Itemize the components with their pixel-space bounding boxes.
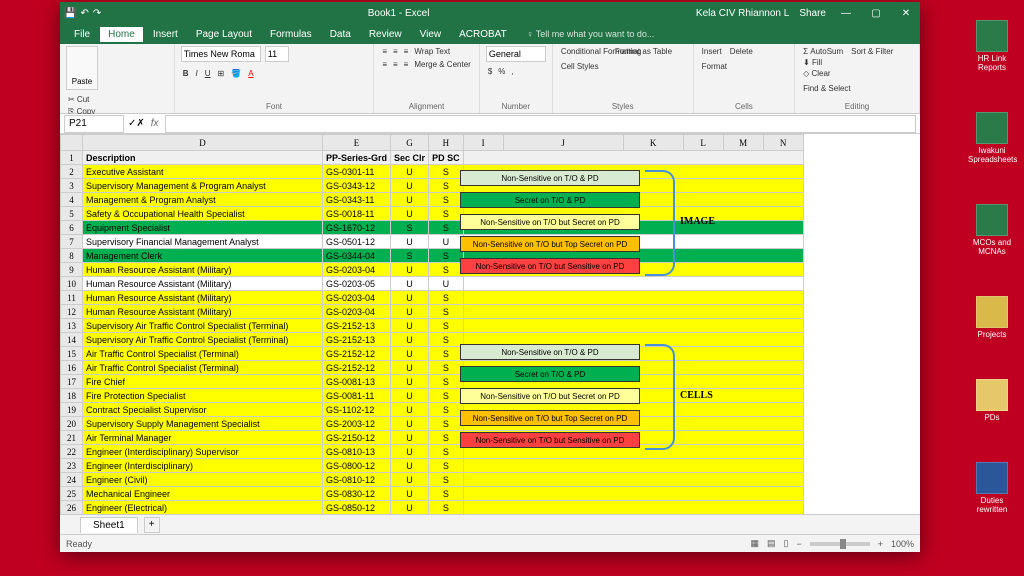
- maximize-button[interactable]: ▢: [866, 8, 886, 19]
- col-header[interactable]: G: [391, 135, 429, 151]
- conditional-formatting-button[interactable]: Conditional Formatting: [559, 46, 609, 57]
- tell-me-input[interactable]: ♀ Tell me what you want to do...: [527, 29, 655, 39]
- formula-bar[interactable]: [165, 115, 916, 133]
- table-row[interactable]: 12Human Resource Assistant (Military)GS-…: [61, 305, 804, 319]
- legend-item: Secret on T/O & PD: [460, 192, 640, 208]
- sort-filter-button[interactable]: Sort & Filter: [849, 46, 879, 57]
- save-icon[interactable]: 💾: [64, 8, 76, 19]
- table-row[interactable]: 26Engineer (Electrical)GS-0850-12US: [61, 501, 804, 515]
- col-header[interactable]: J: [503, 135, 623, 151]
- bold-button[interactable]: B: [181, 68, 191, 79]
- spreadsheet-grid[interactable]: DEGHIJKLMN1DescriptionPP-Series-GrdSec C…: [60, 134, 920, 514]
- menu-bar: File Home Insert Page Layout Formulas Da…: [60, 24, 920, 44]
- table-row[interactable]: 13Supervisory Air Traffic Control Specia…: [61, 319, 804, 333]
- fill-color-button[interactable]: 🪣: [229, 68, 243, 79]
- desktop-icon[interactable]: Iwakuni Spreadsheets: [968, 112, 1016, 164]
- view-layout-icon[interactable]: ▤: [767, 538, 776, 549]
- legend-item: Non-Sensitive on T/O but Sensitive on PD: [460, 258, 640, 274]
- excel-window: 💾 ↶ ↷ Book1 - Excel Kela CIV Rhiannon L Sh…: [60, 2, 920, 552]
- insert-cells-button[interactable]: Insert: [700, 46, 724, 57]
- merge-center-button[interactable]: Merge & Center: [412, 59, 472, 70]
- format-cells-button[interactable]: Format: [700, 61, 729, 72]
- desktop-icon[interactable]: HR Link Reports: [968, 20, 1016, 72]
- redo-icon[interactable]: ↷: [93, 8, 101, 19]
- paste-button[interactable]: Paste: [66, 46, 98, 90]
- table-row[interactable]: 25Mechanical EngineerGS-0830-12US: [61, 487, 804, 501]
- autosum-button[interactable]: Σ AutoSum: [801, 46, 845, 57]
- undo-icon[interactable]: ↶: [80, 8, 88, 19]
- font-color-button[interactable]: A: [246, 68, 255, 79]
- legend-item: Non-Sensitive on T/O but Sensitive on PD: [460, 432, 640, 448]
- legend-item: Non-Sensitive on T/O & PD: [460, 344, 640, 360]
- col-header[interactable]: L: [683, 135, 723, 151]
- desktop-icon[interactable]: Duties rewritten: [968, 462, 1016, 514]
- tab-review[interactable]: Review: [361, 27, 410, 42]
- cut-button[interactable]: ✂ Cut: [66, 94, 132, 105]
- col-header[interactable]: D: [83, 135, 323, 151]
- sheet-tab[interactable]: Sheet1: [80, 517, 138, 533]
- tab-formulas[interactable]: Formulas: [262, 27, 320, 42]
- fill-button[interactable]: ⬇ Fill: [801, 57, 845, 68]
- col-header[interactable]: H: [429, 135, 464, 151]
- new-sheet-button[interactable]: +: [144, 517, 160, 533]
- font-size-input[interactable]: [265, 46, 289, 62]
- view-break-icon[interactable]: ▯: [783, 538, 788, 549]
- name-box[interactable]: [64, 115, 124, 133]
- legend-item: Non-Sensitive on T/O but Secret on PD: [460, 388, 640, 404]
- table-row[interactable]: 11Human Resource Assistant (Military)GS-…: [61, 291, 804, 305]
- col-header[interactable]: M: [723, 135, 763, 151]
- tab-acrobat[interactable]: ACROBAT: [451, 27, 515, 42]
- legend-item: Non-Sensitive on T/O but Secret on PD: [460, 214, 640, 230]
- border-button[interactable]: ⊞: [216, 68, 227, 79]
- underline-button[interactable]: U: [203, 68, 213, 79]
- tab-view[interactable]: View: [412, 27, 450, 42]
- desktop-icon[interactable]: PDs: [968, 379, 1016, 422]
- legend-item: Non-Sensitive on T/O but Top Secret on P…: [460, 236, 640, 252]
- tab-file[interactable]: File: [66, 27, 98, 42]
- legend-item: Non-Sensitive on T/O & PD: [460, 170, 640, 186]
- desktop-icon[interactable]: MCOs and MCNAs: [968, 204, 1016, 256]
- zoom-slider[interactable]: [810, 542, 870, 546]
- tab-data[interactable]: Data: [322, 27, 359, 42]
- tab-pagelayout[interactable]: Page Layout: [188, 27, 260, 42]
- tab-insert[interactable]: Insert: [145, 27, 186, 42]
- table-row[interactable]: 23Engineer (Interdisciplinary)GS-0800-12…: [61, 459, 804, 473]
- legend-item: Secret on T/O & PD: [460, 366, 640, 382]
- number-format-input[interactable]: [486, 46, 546, 62]
- window-title: Book1 - Excel: [368, 8, 430, 19]
- tab-home[interactable]: Home: [100, 27, 143, 42]
- legend-image: Non-Sensitive on T/O & PD Secret on T/O &…: [460, 170, 760, 280]
- title-bar: 💾 ↶ ↷ Book1 - Excel Kela CIV Rhiannon L Sh…: [60, 2, 920, 24]
- status-ready: Ready: [66, 539, 92, 549]
- view-normal-icon[interactable]: ▦: [750, 538, 759, 549]
- delete-cells-button[interactable]: Delete: [728, 46, 755, 57]
- font-name-input[interactable]: [181, 46, 261, 62]
- minimize-button[interactable]: —: [836, 8, 856, 19]
- col-header[interactable]: I: [463, 135, 503, 151]
- table-row[interactable]: 24Engineer (Civil)GS-0810-12US: [61, 473, 804, 487]
- close-button[interactable]: ✕: [896, 8, 916, 19]
- format-as-table-button[interactable]: Format as Table: [613, 46, 653, 57]
- col-header[interactable]: K: [623, 135, 683, 151]
- share-button[interactable]: Share: [799, 8, 826, 19]
- clear-button[interactable]: ◇ Clear: [801, 68, 845, 79]
- find-select-button[interactable]: Find & Select: [801, 83, 831, 94]
- zoom-level: 100%: [891, 539, 914, 549]
- col-header[interactable]: E: [323, 135, 391, 151]
- fx-icon[interactable]: fx: [151, 118, 159, 129]
- col-header[interactable]: N: [763, 135, 803, 151]
- cell-styles-button[interactable]: Cell Styles: [559, 61, 589, 72]
- user-name: Kela CIV Rhiannon L: [696, 8, 789, 19]
- italic-button[interactable]: I: [194, 68, 200, 79]
- legend-item: Non-Sensitive on T/O but Top Secret on P…: [460, 410, 640, 426]
- wrap-text-button[interactable]: Wrap Text: [412, 46, 452, 57]
- ribbon: Paste ✂ Cut ⎘ Copy ✎ Format Painter Clip…: [60, 44, 920, 114]
- desktop-icon[interactable]: Projects: [968, 296, 1016, 339]
- legend-cells: Non-Sensitive on T/O & PD Secret on T/O &…: [460, 344, 760, 454]
